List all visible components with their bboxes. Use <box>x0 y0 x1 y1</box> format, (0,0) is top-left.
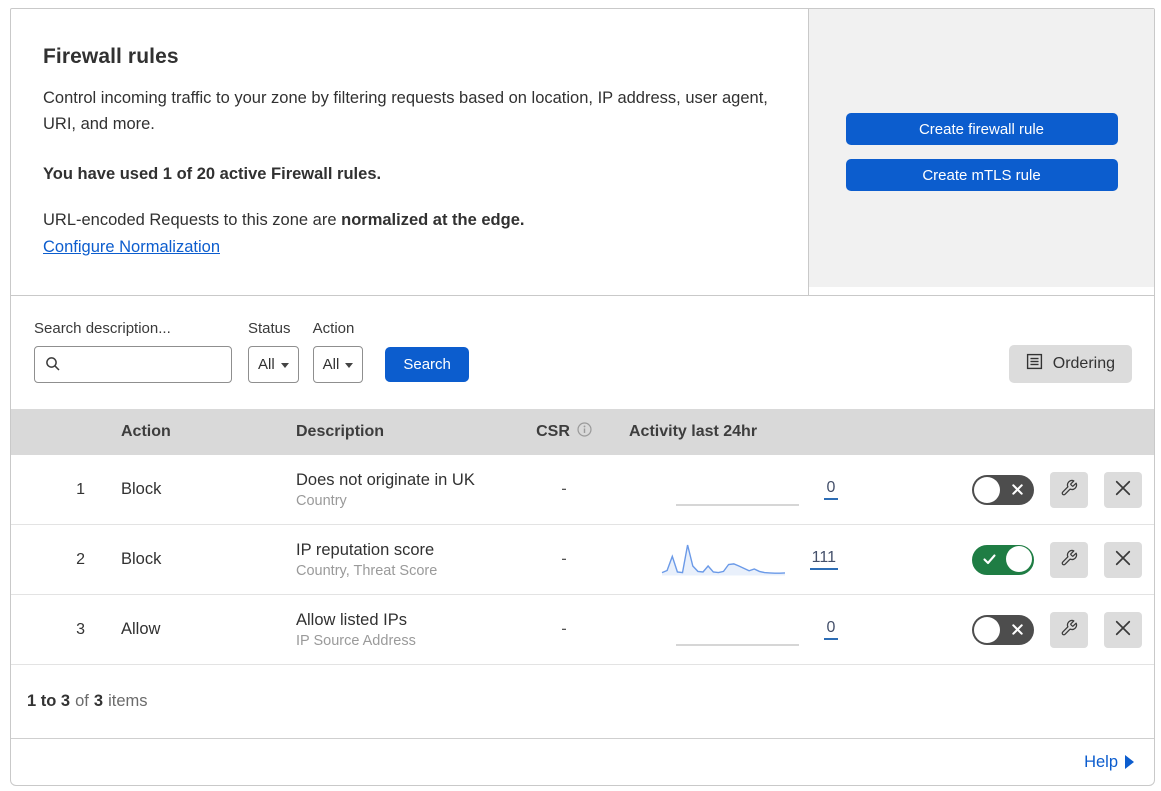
action-column-header: Action <box>121 423 171 440</box>
status-value: All <box>258 356 275 373</box>
activity-sparkline <box>661 544 785 575</box>
table-header: Action Description CSR Activity last 24h… <box>11 409 1154 455</box>
rule-criteria: Country <box>296 492 347 509</box>
search-label: Search description... <box>34 320 171 337</box>
rule-csr-value: - <box>561 480 567 498</box>
edit-rule-button[interactable] <box>1050 471 1088 508</box>
rule-criteria: Country, Threat Score <box>296 562 438 579</box>
delete-rule-button[interactable] <box>1104 471 1142 508</box>
rule-csr-value: - <box>561 550 567 568</box>
chevron-down-icon <box>345 363 354 368</box>
chevron-down-icon <box>280 363 289 368</box>
csr-column-header: CSR <box>536 423 570 440</box>
header-section: Firewall rules Control incoming traffic … <box>11 9 1154 296</box>
normalization-bold: normalized at the edge. <box>341 211 525 230</box>
search-input[interactable] <box>34 346 232 383</box>
close-icon <box>1115 550 1131 569</box>
rule-criteria: IP Source Address <box>296 632 416 649</box>
rule-description: Does not originate in UK <box>296 470 475 489</box>
toggle-knob <box>974 476 1000 503</box>
page-description: Control incoming traffic to your zone by… <box>43 89 768 134</box>
close-icon <box>1115 480 1131 499</box>
search-icon <box>45 356 61 377</box>
action-filter-group: Action All <box>312 320 364 383</box>
rule-enabled-toggle[interactable] <box>972 614 1034 645</box>
toggle-knob <box>1006 546 1032 572</box>
action-label: Action <box>312 320 355 337</box>
rule-action: Block <box>121 480 162 498</box>
toggle-x-icon <box>1012 475 1023 505</box>
wrench-icon <box>1060 549 1078 570</box>
header-text-area: Firewall rules Control incoming traffic … <box>11 9 809 295</box>
rule-action: Block <box>121 550 162 568</box>
action-dropdown[interactable]: All <box>312 346 364 383</box>
ordering-button[interactable]: Ordering <box>1008 345 1132 383</box>
usage-summary: You have used 1 of 20 active Firewall ru… <box>43 165 382 184</box>
rule-action: Allow <box>121 620 161 638</box>
rule-enabled-toggle[interactable] <box>972 474 1034 505</box>
toggle-knob <box>974 616 1000 643</box>
rule-priority: 2 <box>76 550 85 568</box>
status-label: Status <box>248 320 291 337</box>
rule-priority: 3 <box>76 620 85 638</box>
header-actions-panel: Create firewall rule Create mTLS rule <box>809 9 1154 287</box>
close-icon <box>1115 620 1131 639</box>
wrench-icon <box>1060 479 1078 500</box>
activity-sparkline <box>676 503 799 506</box>
table-body: 1 Block Does not originate in UK Country… <box>11 455 1154 665</box>
pagination-range: 1 to 3 <box>27 692 71 710</box>
pagination-total: 3 <box>93 692 104 710</box>
status-filter-group: Status All <box>248 320 299 383</box>
info-icon[interactable] <box>577 422 592 442</box>
help-bar: Help <box>11 738 1154 785</box>
normalization-note: URL-encoded Requests to this zone are no… <box>43 211 776 230</box>
ordering-label: Ordering <box>1052 355 1115 372</box>
pagination-of: of <box>75 692 89 710</box>
description-column-header: Description <box>296 423 385 440</box>
activity-sparkline <box>676 643 799 646</box>
activity-count-link[interactable]: 0 <box>824 479 838 500</box>
pagination-items: items <box>108 692 148 710</box>
activity-count-link[interactable]: 0 <box>824 619 838 640</box>
page-title: Firewall rules <box>43 45 179 68</box>
table-row: 1 Block Does not originate in UK Country… <box>11 455 1154 525</box>
search-group: Search description... <box>34 320 232 383</box>
configure-normalization-link[interactable]: Configure Normalization <box>43 238 220 257</box>
status-dropdown[interactable]: All <box>248 346 299 383</box>
edit-rule-button[interactable] <box>1050 611 1088 648</box>
rule-priority: 1 <box>76 480 85 498</box>
toggle-x-icon <box>1012 615 1023 645</box>
rule-description: IP reputation score <box>296 540 435 559</box>
action-value: All <box>322 356 340 373</box>
wrench-icon <box>1060 619 1078 640</box>
search-button[interactable]: Search <box>385 347 469 382</box>
rule-description: Allow listed IPs <box>296 610 407 629</box>
delete-rule-button[interactable] <box>1104 541 1142 578</box>
filter-bar: Search description... Status All Action … <box>11 296 1154 409</box>
firewall-rules-card: Firewall rules Control incoming traffic … <box>10 8 1155 786</box>
edit-rule-button[interactable] <box>1050 541 1088 578</box>
arrow-right-icon <box>1125 755 1134 769</box>
help-label: Help <box>1084 752 1118 771</box>
activity-column-header: Activity last 24hr <box>629 423 758 440</box>
check-icon <box>983 546 996 574</box>
create-mtls-rule-button[interactable]: Create mTLS rule <box>845 159 1118 191</box>
table-row: 2 Block IP reputation score Country, Thr… <box>11 525 1154 595</box>
normalization-text: URL-encoded Requests to this zone are <box>43 211 337 230</box>
delete-rule-button[interactable] <box>1104 611 1142 648</box>
list-icon <box>1026 353 1043 375</box>
create-firewall-rule-button[interactable]: Create firewall rule <box>845 113 1118 145</box>
rule-csr-value: - <box>561 620 567 638</box>
rule-enabled-toggle[interactable] <box>972 544 1034 575</box>
pagination-summary: 1 to 3 of 3 items <box>11 665 1154 738</box>
activity-count-link[interactable]: 111 <box>809 549 838 570</box>
help-link[interactable]: Help <box>1084 753 1134 772</box>
table-row: 3 Allow Allow listed IPs IP Source Addre… <box>11 595 1154 665</box>
